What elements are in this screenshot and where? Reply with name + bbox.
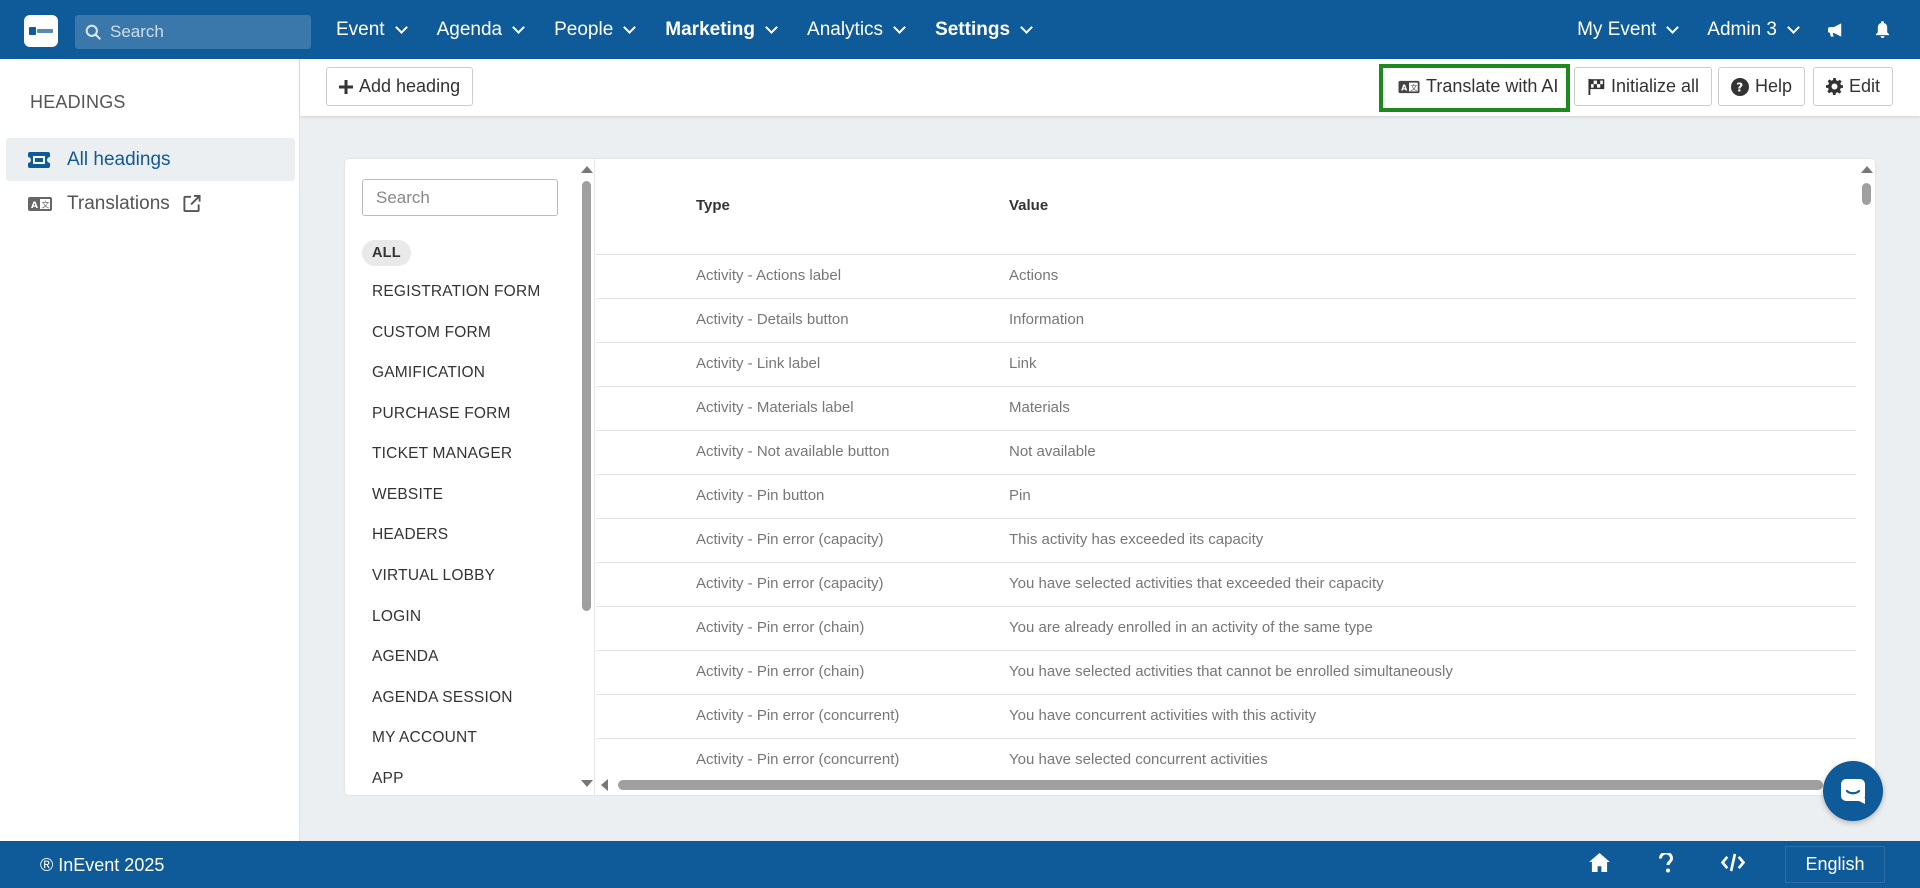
help-icon[interactable]	[1659, 851, 1674, 878]
home-icon[interactable]	[1589, 853, 1610, 877]
table-row[interactable]: Activity - Pin button Pin	[596, 475, 1856, 519]
menu-agenda[interactable]: Agenda	[437, 19, 525, 41]
table-row[interactable]: Activity - Pin error (capacity) You have …	[596, 563, 1856, 607]
scrollbar-thumb[interactable]	[582, 181, 591, 611]
translate-icon: A文	[28, 196, 52, 212]
menu-people[interactable]: People	[554, 19, 637, 41]
svg-text:A: A	[31, 201, 38, 211]
menu-analytics[interactable]: Analytics	[807, 19, 906, 41]
table-row[interactable]: Activity - Pin error (capacity) This acti…	[596, 519, 1856, 563]
category-search-input[interactable]: Search	[362, 179, 558, 216]
column-header-value[interactable]: Value	[1009, 197, 1048, 214]
table-row[interactable]: Activity - Pin error (concurrent) You hav…	[596, 695, 1856, 739]
scroll-down-arrow-icon[interactable]	[581, 780, 593, 787]
sidebar-item-translations[interactable]: A文 Translations	[6, 182, 295, 225]
bell-icon[interactable]	[1875, 21, 1890, 38]
filter-app[interactable]: APP	[372, 770, 404, 788]
global-search-placeholder: Search	[110, 22, 164, 41]
menu-settings[interactable]: Settings	[935, 19, 1033, 41]
chevron-down-icon	[765, 20, 778, 34]
external-link-icon	[182, 194, 202, 213]
filter-my-account[interactable]: MY ACCOUNT	[372, 729, 477, 747]
translate-ai-highlight	[1379, 64, 1570, 112]
filter-agenda[interactable]: AGENDA	[372, 648, 439, 666]
category-filter-panel: Search ALL REGISTRATION FORM CUSTOM FORM…	[345, 159, 595, 795]
edit-button[interactable]: Edit	[1813, 67, 1894, 106]
filter-agenda-session[interactable]: AGENDA SESSION	[372, 689, 513, 707]
chevron-down-icon	[1666, 20, 1680, 34]
table-header: Type Value	[596, 159, 1856, 255]
sidebar-item-label: All headings	[67, 148, 171, 170]
filter-login[interactable]: LOGIN	[372, 608, 421, 626]
svg-text:?: ?	[1736, 80, 1743, 94]
chevron-down-icon	[512, 20, 525, 34]
column-header-type[interactable]: Type	[696, 197, 730, 214]
scrollbar-thumb[interactable]	[618, 780, 1823, 790]
top-navbar: Search Event Agenda People Marketing Ana…	[0, 0, 1920, 59]
sidebar: HEADINGS All headings A文 Translations	[0, 59, 300, 841]
plus-icon	[339, 79, 353, 94]
toolbar: Add heading A文 Translate with AI Initial…	[300, 59, 1920, 116]
chevron-down-icon	[893, 20, 906, 34]
menu-event[interactable]: Event	[336, 19, 408, 41]
table-row[interactable]: Activity - Not available button Not avail…	[596, 431, 1856, 475]
scrollbar-thumb[interactable]	[1862, 183, 1871, 205]
scroll-up-arrow-icon[interactable]	[581, 166, 593, 173]
add-heading-button[interactable]: Add heading	[326, 67, 474, 106]
search-icon	[85, 24, 102, 40]
language-selector[interactable]: English	[1785, 846, 1885, 883]
code-icon[interactable]	[1720, 853, 1746, 877]
copyright-text: ® InEvent 2025	[40, 855, 165, 875]
scroll-up-arrow-icon[interactable]	[1861, 166, 1873, 173]
table-row[interactable]: Activity - Materials label Materials	[596, 387, 1856, 431]
table-horizontal-scrollbar[interactable]	[596, 775, 1858, 795]
filter-headers[interactable]: HEADERS	[372, 526, 448, 544]
megaphone-icon[interactable]	[1828, 22, 1845, 38]
menu-marketing[interactable]: Marketing	[665, 19, 778, 41]
filter-website[interactable]: WEBSITE	[372, 486, 443, 504]
filter-scrollbar[interactable]	[578, 159, 594, 795]
table-row[interactable]: Activity - Actions label Actions	[596, 255, 1856, 299]
chevron-down-icon	[394, 20, 408, 34]
filter-virtual-lobby[interactable]: VIRTUAL LOBBY	[372, 567, 495, 585]
headings-table: Type Value Activity - Actions label Actio…	[596, 159, 1875, 795]
table-row[interactable]: Activity - Link label Link	[596, 343, 1856, 387]
table-row[interactable]: Activity - Pin error (chain) You have sel…	[596, 651, 1856, 695]
sidebar-title: HEADINGS	[30, 92, 126, 112]
footer: ® InEvent 2025 English	[0, 841, 1920, 888]
chat-launcher-button[interactable]	[1823, 761, 1883, 821]
headings-card: Search ALL REGISTRATION FORM CUSTOM FORM…	[345, 159, 1875, 795]
initialize-all-button[interactable]: Initialize all	[1574, 67, 1713, 106]
checkered-flag-icon	[1588, 78, 1605, 95]
filter-registration-form[interactable]: REGISTRATION FORM	[372, 283, 540, 301]
filter-gamification[interactable]: GAMIFICATION	[372, 364, 485, 382]
sidebar-item-label: Translations	[67, 192, 170, 214]
scroll-left-arrow-icon[interactable]	[601, 779, 608, 791]
help-button[interactable]: ? Help	[1718, 67, 1806, 106]
chat-icon	[1841, 779, 1865, 804]
filter-custom-form[interactable]: CUSTOM FORM	[372, 324, 491, 342]
table-row[interactable]: Activity - Details button Information	[596, 299, 1856, 343]
svg-text:文: 文	[42, 199, 50, 209]
user-menu[interactable]: Admin 3	[1707, 19, 1800, 41]
question-circle-icon: ?	[1731, 77, 1749, 96]
event-selector[interactable]: My Event	[1577, 19, 1680, 41]
inevent-logo[interactable]	[24, 15, 58, 47]
chevron-down-icon	[1020, 20, 1033, 34]
filter-ticket-manager[interactable]: TICKET MANAGER	[372, 445, 512, 463]
table-vertical-scrollbar[interactable]	[1858, 159, 1875, 759]
main-menu: Event Agenda People Marketing Analytics …	[336, 0, 1062, 59]
filter-purchase-form[interactable]: PURCHASE FORM	[372, 405, 511, 423]
ticket-icon	[28, 151, 52, 168]
nav-right-group: My Event Admin 3	[1577, 0, 1920, 59]
gear-icon	[1826, 78, 1843, 95]
chevron-down-icon	[1787, 20, 1800, 34]
global-search-input[interactable]: Search	[75, 15, 311, 49]
filter-all[interactable]: ALL	[362, 240, 411, 266]
table-row[interactable]: Activity - Pin error (chain) You are alre…	[596, 607, 1856, 651]
chevron-down-icon	[623, 20, 637, 34]
sidebar-item-all-headings[interactable]: All headings	[6, 138, 295, 181]
